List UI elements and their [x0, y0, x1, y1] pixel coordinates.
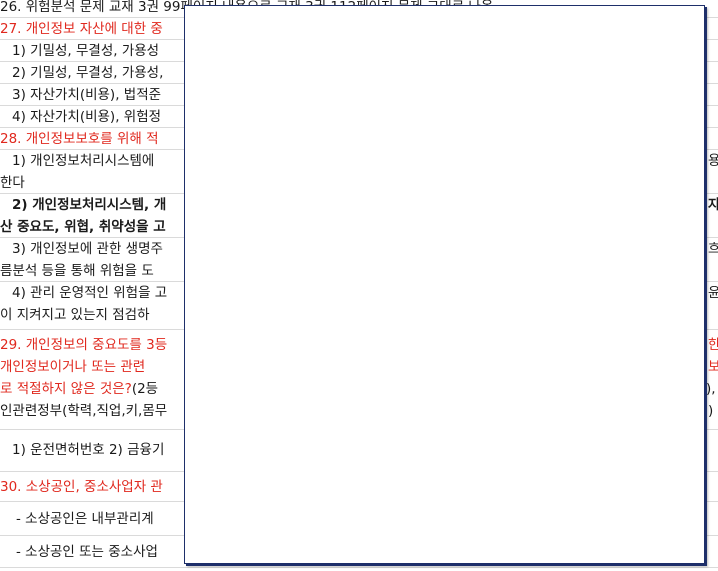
question-29-line-4-right-fragment: ): [708, 403, 714, 419]
question-29-line-3-note: (2등: [131, 381, 159, 397]
question-29-options: 1) 운전면허번호 2) 금융기: [12, 442, 165, 458]
question-29-line-2-right-fragment: 보: [708, 359, 718, 375]
question-29-line-3-right-fragment: ),: [706, 381, 716, 397]
question-29-line-3-question: 로 적절하지 않은 것은?: [0, 381, 132, 397]
question-28-option-2-right-fragment: 자: [708, 197, 718, 213]
question-28-option-2-line-2: 산 중요도, 위협, 취약성을 고: [0, 219, 166, 235]
question-27-title: 27. 개인정보 자산에 대한 중: [0, 21, 163, 37]
question-30-bullet-1: - 소상공인은 내부관리계: [16, 511, 154, 527]
question-28-option-4-line-2: 이 지켜지고 있는지 점검하: [0, 307, 150, 323]
question-28-option-1-line-2: 한다: [0, 175, 25, 191]
question-29-line-1: 29. 개인정보의 중요도를 3등: [0, 337, 168, 353]
question-29-line-4: 인관련정부(학력,직업,키,몸무: [0, 403, 168, 419]
question-28-option-1-line-1: 1) 개인정보처리시스템에: [12, 153, 155, 169]
question-28-option-3-line-2: 름분석 등을 통해 위험을 도: [0, 263, 154, 279]
question-27-option-4: 4) 자산가치(비용), 위험정: [12, 109, 162, 125]
question-28-title: 28. 개인정보보호를 위해 적: [0, 131, 159, 147]
question-29-line-2: 개인정보이거나 또는 관련: [0, 359, 146, 375]
question-30-bullet-2: - 소상공인 또는 중소사업: [16, 544, 158, 560]
question-30-title: 30. 소상공인, 중소사업자 관: [0, 479, 163, 495]
question-28-option-4-line-1: 4) 관리 운영적인 위험을 고: [12, 285, 168, 301]
blank-popup-window[interactable]: [184, 5, 705, 564]
question-27-option-3: 3) 자산가치(비용), 법적준: [12, 87, 162, 103]
question-28-option-3-line-1: 3) 개인정보에 관한 생명주: [12, 241, 163, 257]
question-27-option-1: 1) 기밀성, 무결성, 가용성: [12, 43, 160, 59]
question-28-option-2-line-1: 2) 개인정보처리시스템, 개: [12, 197, 167, 213]
question-28-option-3-right-fragment: 흐: [708, 241, 718, 257]
question-28-option-1-right-fragment: 용: [708, 153, 718, 169]
question-27-option-2: 2) 기밀성, 무결성, 가용성,: [12, 65, 164, 81]
question-28-option-4-right-fragment: 윤: [708, 285, 718, 301]
question-29-line-1-right-fragment: 한: [708, 337, 718, 353]
